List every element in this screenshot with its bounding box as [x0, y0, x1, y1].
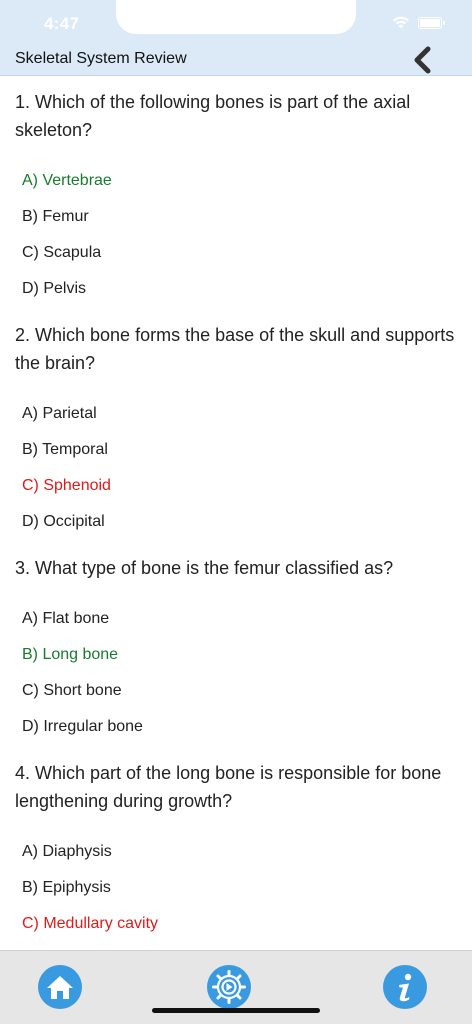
option-a[interactable]: A) Diaphysis [15, 842, 457, 878]
options-list: A) Flat bone B) Long bone C) Short bone … [15, 609, 457, 753]
settings-button[interactable] [207, 965, 251, 1009]
option-d[interactable]: D) Irregular bone [15, 717, 457, 753]
option-a[interactable]: A) Vertebrae [15, 171, 457, 207]
question-3: 3. What type of bone is the femur classi… [0, 548, 472, 753]
status-time: 4:47 [44, 14, 80, 33]
home-button[interactable] [38, 965, 82, 1009]
wifi-icon [393, 16, 409, 29]
back-button[interactable] [410, 46, 436, 74]
option-a[interactable]: A) Parietal [15, 404, 457, 440]
question-text: 3. What type of bone is the femur classi… [15, 558, 394, 578]
options-list: A) Parietal B) Temporal C) Sphenoid D) O… [15, 404, 457, 548]
battery-icon [418, 16, 445, 29]
nav-bar: Skeletal System Review [0, 44, 472, 76]
question-2: 2. Which bone forms the base of the skul… [0, 315, 472, 548]
option-b[interactable]: B) Temporal [15, 440, 457, 476]
chevron-left-icon [414, 46, 431, 74]
question-list[interactable]: 1. Which of the following bones is part … [0, 76, 472, 950]
question-text: 2. Which bone forms the base of the skul… [15, 325, 455, 373]
home-indicator [152, 1008, 320, 1013]
option-b[interactable]: B) Epiphysis [15, 878, 457, 914]
option-c[interactable]: C) Sphenoid [15, 476, 457, 512]
notch [116, 0, 356, 34]
status-icons [392, 16, 445, 29]
options-list: A) Diaphysis B) Epiphysis C) Medullary c… [15, 842, 457, 950]
option-c[interactable]: C) Medullary cavity [15, 914, 457, 950]
question-text: 4. Which part of the long bone is respon… [15, 763, 442, 811]
question-text: 1. Which of the following bones is part … [15, 92, 411, 140]
info-button[interactable] [383, 965, 427, 1009]
option-b[interactable]: B) Long bone [15, 645, 457, 681]
option-b[interactable]: B) Femur [15, 207, 457, 243]
page-title: Skeletal System Review [15, 50, 187, 67]
option-d[interactable]: D) Pelvis [15, 279, 457, 315]
option-c[interactable]: C) Short bone [15, 681, 457, 717]
info-icon [399, 973, 412, 1002]
option-c[interactable]: C) Scapula [15, 243, 457, 279]
option-d[interactable]: D) Occipital [15, 512, 457, 548]
question-4: 4. Which part of the long bone is respon… [0, 753, 472, 950]
gear-icon [212, 970, 246, 1004]
option-a[interactable]: A) Flat bone [15, 609, 457, 645]
options-list: A) Vertebrae B) Femur C) Scapula D) Pelv… [15, 171, 457, 315]
question-1: 1. Which of the following bones is part … [0, 76, 472, 315]
home-icon [47, 976, 73, 999]
status-bar: 4:47 [0, 0, 472, 44]
